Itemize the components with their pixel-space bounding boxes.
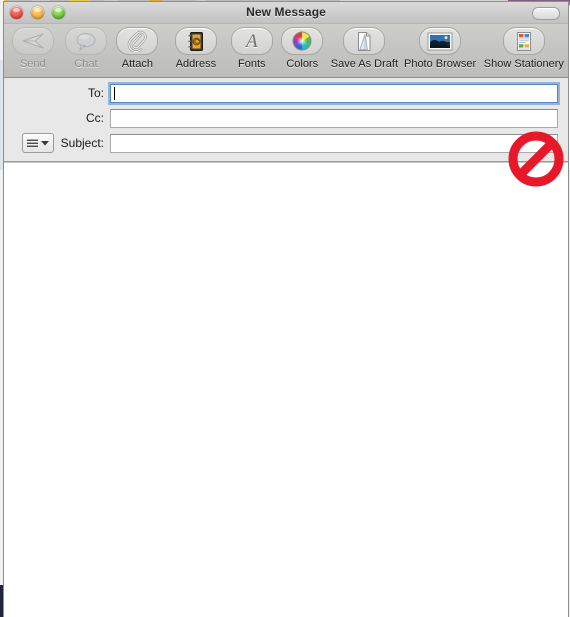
toolbar-button-attach[interactable]: Attach — [110, 27, 164, 70]
toolbar-label-attach: Attach — [121, 58, 153, 70]
speech-bubble-icon — [64, 27, 107, 55]
toolbar-label-fonts: Fonts — [238, 58, 266, 70]
toolbar-label-chat: Chat — [74, 58, 98, 70]
cc-field-label: Cc: — [86, 111, 104, 125]
toolbar-button-chat[interactable]: Chat — [62, 27, 111, 70]
toolbar-button-show-stationery[interactable]: Show Stationery — [480, 27, 568, 70]
draft-document-icon — [343, 27, 386, 55]
toolbar-button-photo-browser[interactable]: Photo Browser — [400, 27, 479, 70]
header-fields-menu-button[interactable] — [22, 133, 54, 153]
toolbar-button-fonts[interactable]: A Fonts — [227, 27, 276, 70]
field-row-cc: Cc: — [4, 107, 568, 129]
toolbar-label-show-stationery: Show Stationery — [483, 58, 564, 70]
field-row-to: To: — [4, 82, 568, 104]
paperclip-icon — [116, 27, 159, 55]
toolbar-button-colors[interactable]: Colors — [276, 27, 328, 70]
stationery-icon — [502, 27, 545, 55]
photo-icon — [419, 27, 462, 55]
toolbar-label-photo-browser: Photo Browser — [403, 58, 477, 70]
subject-field-label: Subject: — [60, 136, 104, 150]
page-title: New Message — [246, 5, 326, 19]
window-titlebar[interactable]: New Message — [4, 2, 568, 24]
hamburger-icon — [27, 139, 38, 147]
toolbar-toggle-button[interactable] — [532, 7, 560, 20]
toolbar-label-send: Send — [19, 58, 46, 70]
compose-toolbar: Send Chat Attach Address A Fonts Colors … — [4, 24, 568, 78]
message-body-editor[interactable] — [4, 163, 568, 617]
compose-header-fields: To: Cc: Subject: — [4, 78, 568, 162]
to-input[interactable] — [110, 83, 558, 103]
font-a-icon: A — [230, 27, 273, 55]
text-caret — [114, 86, 115, 100]
cc-input[interactable] — [110, 108, 558, 128]
to-field-label: To: — [87, 86, 104, 100]
address-book-icon — [174, 27, 217, 55]
field-row-subject: Subject: — [4, 132, 568, 154]
chevron-down-icon — [41, 141, 49, 146]
paper-airplane-icon — [11, 27, 54, 55]
color-wheel-icon — [281, 27, 324, 55]
toolbar-button-address[interactable]: Address — [164, 27, 227, 70]
toolbar-button-save-as-draft[interactable]: Save As Draft — [328, 27, 400, 70]
new-message-window: New Message Send Chat Attach Address A F… — [4, 2, 568, 617]
toolbar-button-send[interactable]: Send — [4, 27, 62, 70]
toolbar-label-save-as-draft: Save As Draft — [330, 58, 399, 70]
toolbar-label-address: Address — [175, 58, 217, 70]
subject-input[interactable] — [110, 133, 558, 153]
toolbar-label-colors: Colors — [286, 58, 319, 70]
